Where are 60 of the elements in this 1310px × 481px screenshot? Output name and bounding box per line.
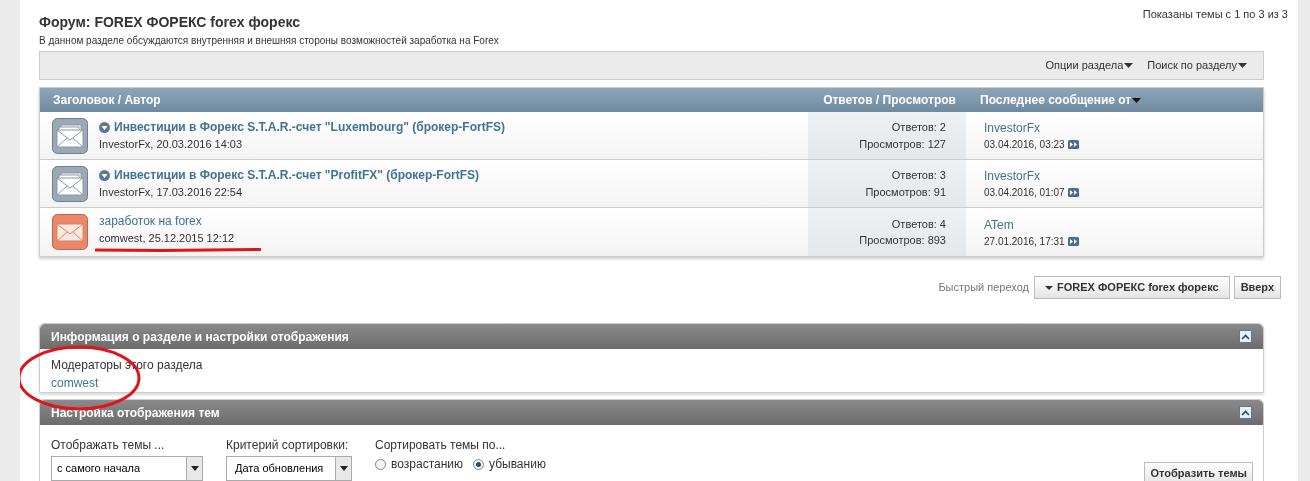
caret-icon[interactable] <box>1132 97 1142 103</box>
expand-circle-icon[interactable] <box>99 169 110 181</box>
sort-select[interactable]: Дата обновления <box>226 456 352 481</box>
column-header: Заголовок / Автор <box>52 92 162 109</box>
field-label: Сортировать темы по... <box>375 437 507 454</box>
display-topics-button[interactable]: Отобразить темы <box>1144 462 1253 481</box>
last-post-date: 27.01.2016, 17:31 <box>984 234 1065 249</box>
last-post-date: 03.04.2016, 03:23 <box>984 138 1065 152</box>
panel-title: Настройка отображения тем <box>51 404 220 422</box>
last-poster-link[interactable]: InvestorFx <box>984 119 1040 137</box>
collapse-icon[interactable] <box>1239 406 1252 419</box>
show-select[interactable]: с самого начала <box>51 456 203 481</box>
radio-button[interactable] <box>375 458 386 470</box>
last-poster-link[interactable]: InvestorFx <box>984 167 1040 185</box>
go-to-post-icon[interactable] <box>1067 140 1079 149</box>
go-to-post-icon[interactable] <box>1067 188 1079 197</box>
collapse-icon[interactable] <box>1239 330 1252 343</box>
thread-title-link[interactable]: Инвестиции в Форекс S.T.A.R.-счет "Luxembourg" (брокер-FortFS) <box>114 118 505 137</box>
field-label: Критерий сортировки: <box>226 437 350 454</box>
radio-button[interactable] <box>473 458 484 470</box>
reply-count: Ответов: 2 <box>891 120 946 135</box>
thread-title-link[interactable]: заработок на forex <box>99 212 202 231</box>
thread-author: InvestorFx, 17.03.2016 22:54 <box>99 185 243 201</box>
thread-author: comwest, 25.12.2015 12:12 <box>99 231 235 247</box>
thread-row[interactable]: заработок на forex comwest, 25.12.2015 12:12 Ответов: 4 Просмотров: 893 ATem 27.01.2016, 17:31 <box>40 208 1263 256</box>
toolbar-menu[interactable]: Опции раздела <box>1045 57 1134 74</box>
view-count: Просмотров: 91 <box>865 184 946 200</box>
thread-author: InvestorFx, 20.03.2016 14:03 <box>99 137 243 153</box>
forum-title: Форум: FOREX ФОРЕКС forex форекс <box>39 13 302 32</box>
moderator-link[interactable]: comwest <box>51 374 99 392</box>
envelope-stack-icon <box>52 165 88 202</box>
go-to-post-icon[interactable] <box>1067 236 1079 246</box>
reply-count: Ответов: 4 <box>891 216 946 232</box>
top-button[interactable]: Вверх <box>1233 276 1281 299</box>
caret-icon <box>1238 63 1247 68</box>
radio-label[interactable]: убыванию <box>489 455 546 473</box>
last-post-date: 03.04.2016, 01:07 <box>984 186 1065 200</box>
panel-title: Информация о разделе и настройки отображения <box>51 328 349 346</box>
envelope-stack-icon <box>52 117 88 154</box>
field-label: Отображать темы ... <box>51 437 166 454</box>
thread-title-link[interactable]: Инвестиции в Форекс S.T.A.R.-счет "ProfitFX" (брокер-FortFS) <box>114 166 479 185</box>
thread-row[interactable]: Инвестиции в Форекс S.T.A.R.-счет "ProfitFX" (брокер-FortFS) InvestorFx, 17.03.2016 22:54 Ответов: 3 Просмотров: 91 InvestorFx 03.04.2016, 01:07 <box>40 160 1263 208</box>
pagination-text: Показаны темы с 1 по 3 из 3 <box>1142 7 1288 20</box>
dropdown-icon <box>335 457 351 480</box>
quick-nav-label: Быстрый переход <box>938 280 1029 296</box>
caret-icon <box>1045 285 1053 290</box>
view-count: Просмотров: 893 <box>859 233 946 248</box>
radio-label[interactable]: возрастанию <box>391 455 463 473</box>
last-poster-link[interactable]: ATem <box>984 215 1014 234</box>
dropdown-icon <box>186 457 202 480</box>
caret-icon <box>1124 63 1134 68</box>
reply-count: Ответов: 3 <box>891 168 946 183</box>
toolbar-menu[interactable]: Поиск по разделу <box>1147 57 1247 74</box>
envelope-icon <box>52 214 88 250</box>
expand-circle-icon[interactable] <box>99 121 110 133</box>
forum-description: В данном разделе обсуждаются внутренняя и внешняя стороны возможностей заработка на Forex <box>39 34 499 48</box>
column-header: Ответов / Просмотров <box>822 92 957 109</box>
forum-jump-button[interactable]: FOREX ФОРЕКС forex форекс <box>1034 276 1230 299</box>
thread-row[interactable]: Инвестиции в Форекс S.T.A.R.-счет "Luxembourg" (брокер-FortFS) InvestorFx, 20.03.2016 14:03 Ответов: 2 Просмотров: 127 InvestorFx 03.04.2016, 03:23 <box>40 112 1263 160</box>
view-count: Просмотров: 127 <box>859 136 946 152</box>
